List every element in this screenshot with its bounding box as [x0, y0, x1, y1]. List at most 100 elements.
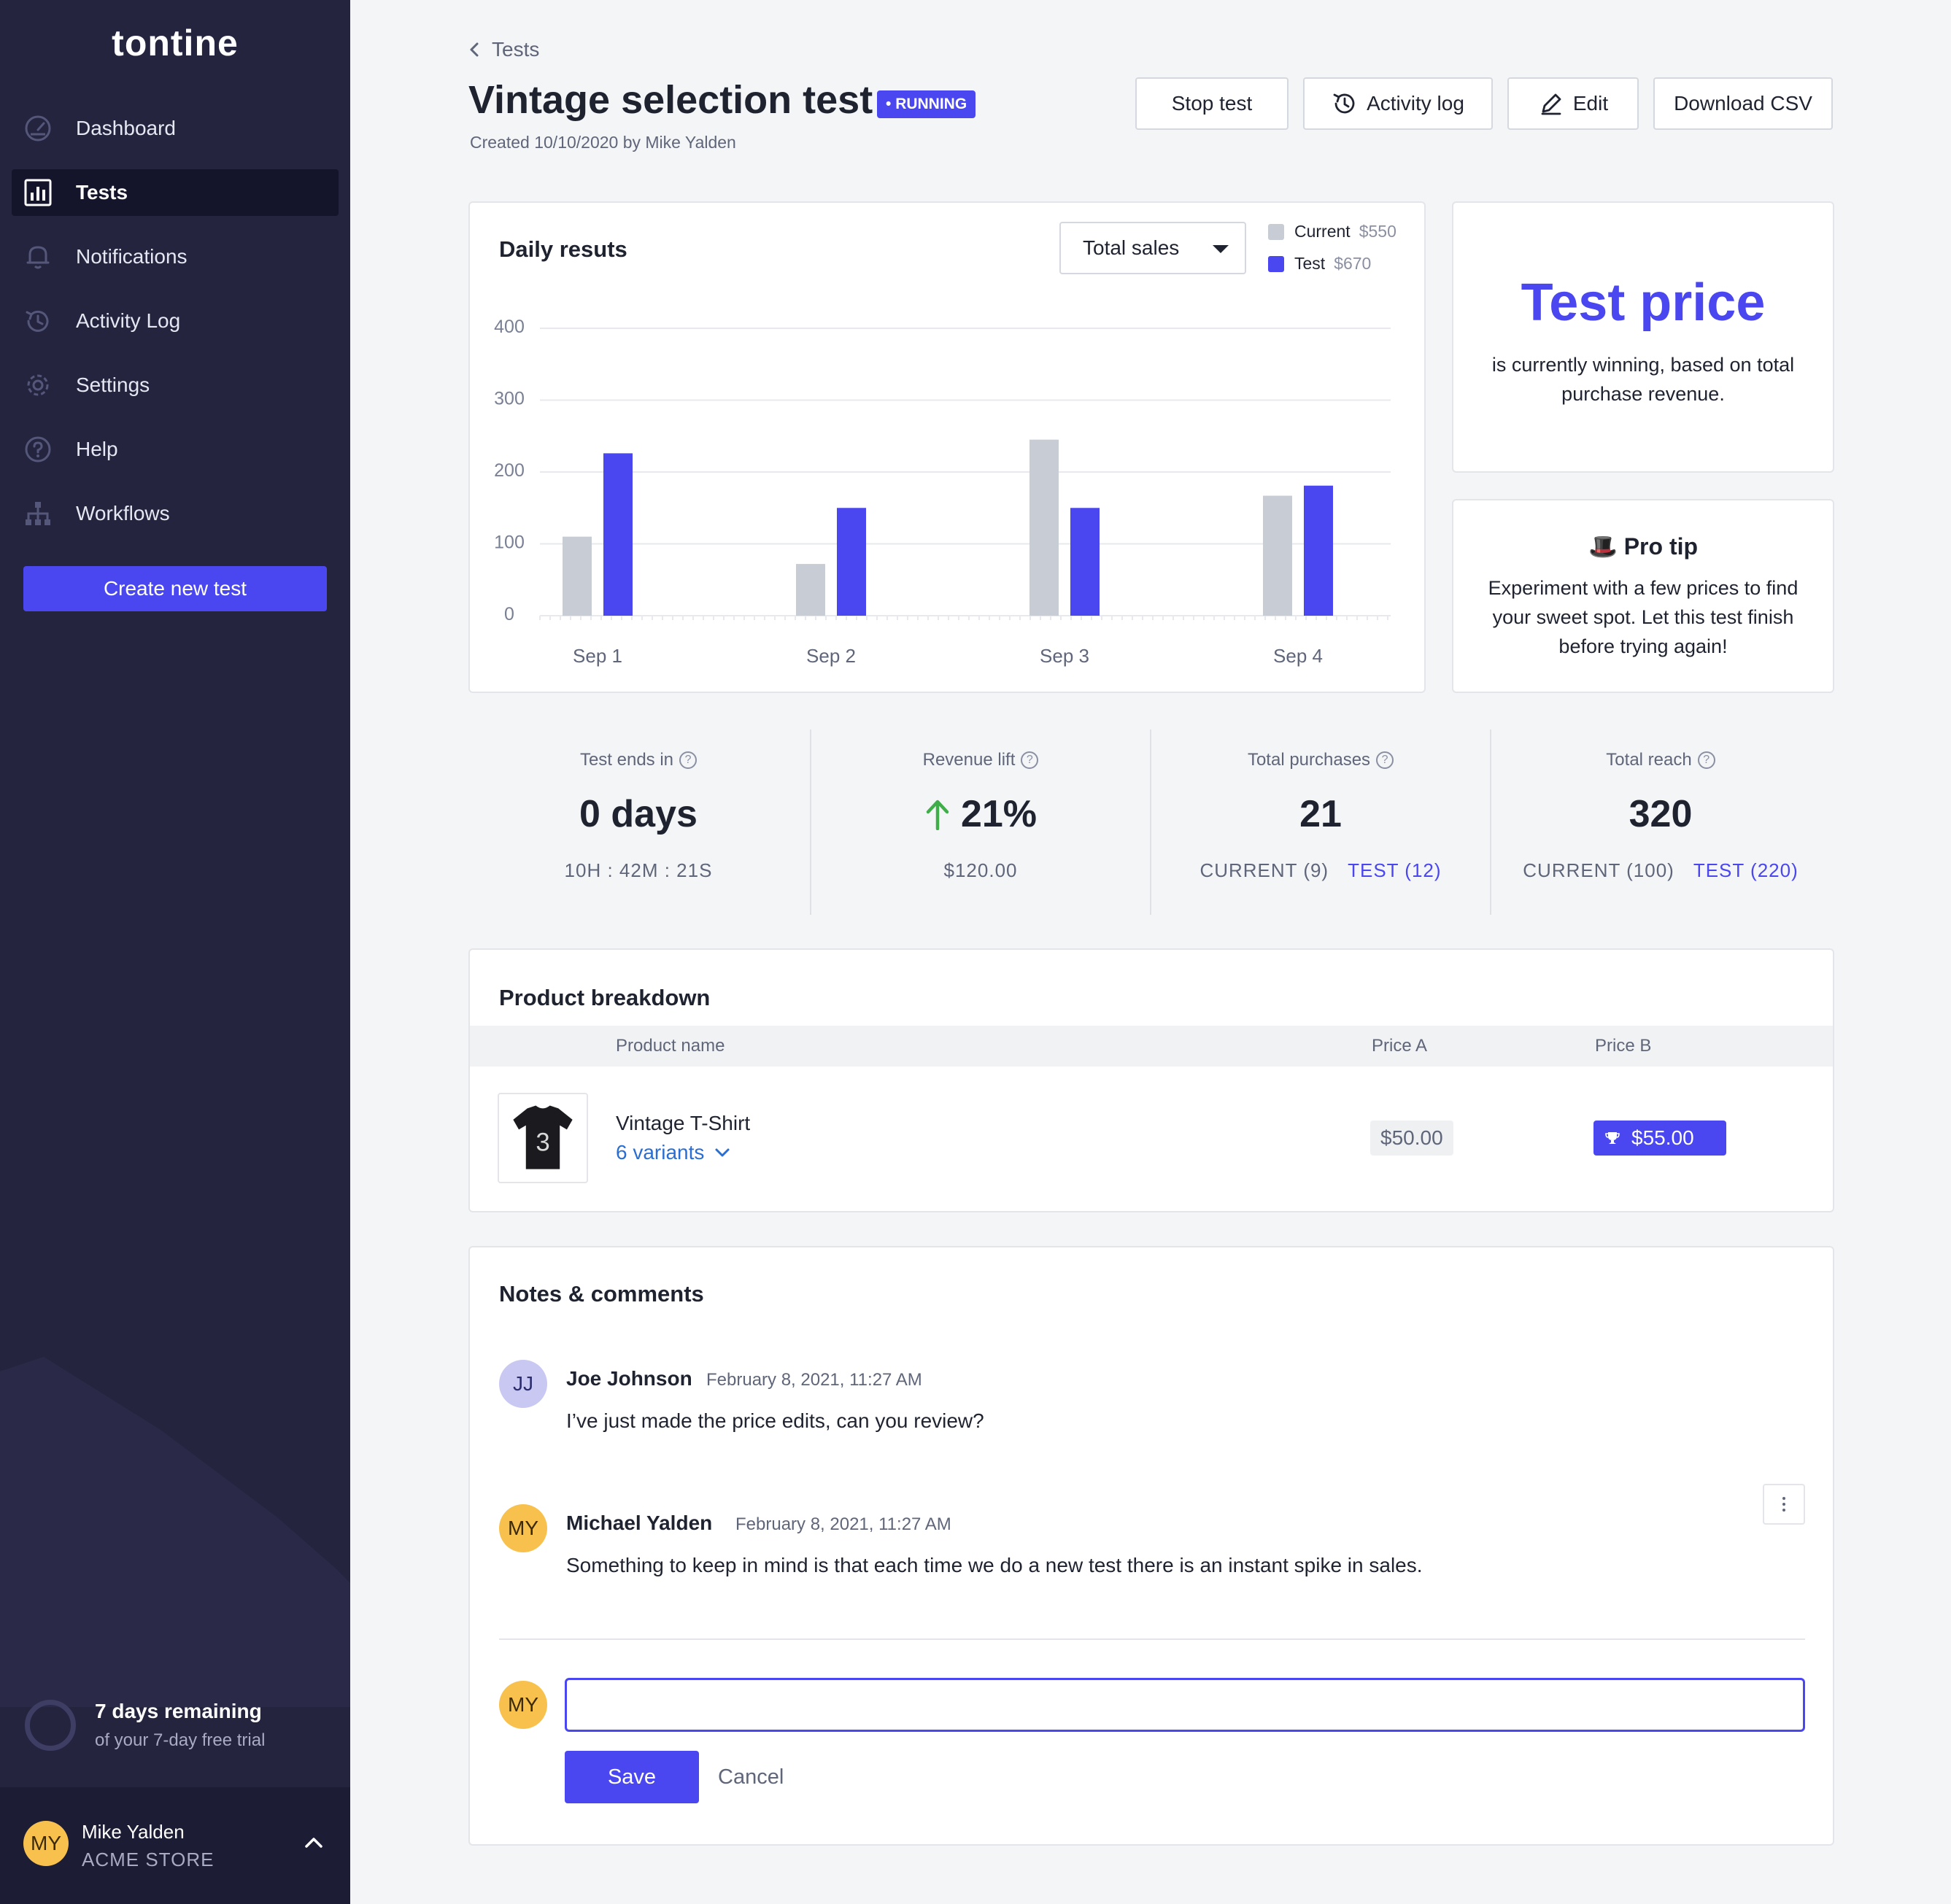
x-tick-label: Sep 2	[806, 645, 856, 667]
stat-label-text: Total purchases	[1247, 750, 1371, 770]
stat-total-reach: Total reach? 320 CURRENT (100) TEST (220)	[1490, 730, 1830, 915]
svg-text:3: 3	[536, 1128, 549, 1156]
breadcrumb-back-link[interactable]: Tests	[467, 38, 539, 61]
winner-text: is currently winning, based on total pur…	[1491, 354, 1795, 405]
winner-card: Test price is currently winning, based o…	[1452, 201, 1834, 473]
bar-test	[1070, 508, 1100, 616]
bar-current	[796, 564, 825, 616]
product-breakdown-card: Product breakdown Product name Price A P…	[468, 948, 1834, 1212]
stat-label-text: Test ends in	[579, 750, 674, 770]
comment-input[interactable]	[565, 1678, 1805, 1732]
edit-label: Edit	[1572, 92, 1609, 115]
x-tick-label: Sep 3	[1040, 645, 1089, 667]
daily-results-card: Daily resuts Total sales Current $550 Te…	[468, 201, 1426, 693]
help-icon[interactable]: ?	[679, 751, 698, 769]
bar-current	[563, 536, 592, 616]
logo[interactable]: tontine	[0, 22, 350, 64]
sidebar-item-label: Help	[76, 438, 118, 460]
download-csv-button[interactable]: Download CSV	[1653, 77, 1833, 130]
sidebar-item-tests[interactable]: Tests	[12, 169, 339, 216]
cancel-button[interactable]: Cancel	[718, 1751, 784, 1803]
price-b-winner: $55.00	[1593, 1121, 1726, 1156]
trophy-icon	[1605, 1132, 1620, 1144]
sidebar-item-label: Notifications	[76, 245, 188, 268]
y-tick-label: 400	[494, 317, 525, 337]
trial-subtitle: of your 7-day free trial	[95, 1730, 266, 1750]
pencil-icon	[1541, 93, 1561, 115]
variants-label: 6 variants	[616, 1141, 705, 1164]
column-header: Price B	[1595, 1036, 1652, 1056]
price-b-value: $55.00	[1631, 1126, 1694, 1149]
sidebar-item-workflows[interactable]: Workflows	[12, 490, 339, 537]
variants-toggle[interactable]: 6 variants	[616, 1141, 730, 1164]
stat-test-ends: Test ends in? 0 days 10H : 42M : 21S	[468, 730, 808, 915]
save-button[interactable]: Save	[565, 1751, 699, 1803]
column-header: Product name	[616, 1036, 725, 1056]
chevron-up-icon[interactable]	[301, 1830, 327, 1856]
stat-sub: $120.00	[943, 859, 1018, 881]
bar-test	[837, 508, 866, 616]
bar-chart: 400 300 200 100 0 Sep 1 Sep 2 Sep 3 Sep 4	[494, 317, 1391, 667]
comment-author: Joe Johnson	[566, 1367, 692, 1390]
product-name: Vintage T-Shirt	[616, 1112, 751, 1134]
help-icon[interactable]: ?	[1697, 751, 1715, 769]
stat-total-purchases: Total purchases? 21 CURRENT (9) TEST (12)	[1150, 730, 1490, 915]
avatar: JJ	[499, 1360, 547, 1408]
hierarchy-icon	[22, 498, 54, 530]
sidebar-item-activity-log[interactable]: Activity Log	[12, 298, 339, 344]
sidebar-item-settings[interactable]: Settings	[12, 362, 339, 409]
stat-label-text: Total reach	[1606, 750, 1692, 770]
stat-test: TEST (12)	[1348, 859, 1442, 881]
sidebar-item-notifications[interactable]: Notifications	[12, 233, 339, 280]
comment-text: Something to keep in mind is that each t…	[566, 1554, 1423, 1576]
help-circle-icon	[22, 433, 54, 465]
price-a: $50.00	[1370, 1121, 1453, 1156]
avatar: MY	[23, 1821, 69, 1866]
sidebar-item-label: Dashboard	[76, 117, 176, 139]
background-mountain	[0, 1357, 350, 1707]
stat-revenue-lift: Revenue lift? 21% $120.00	[810, 730, 1150, 915]
column-header: Price A	[1372, 1036, 1428, 1056]
y-tick-label: 200	[494, 460, 525, 481]
bar-current	[1029, 439, 1059, 616]
bar-chart-icon	[22, 177, 54, 209]
stat-label: Total purchases?	[1151, 750, 1490, 770]
help-icon[interactable]: ?	[1021, 751, 1039, 769]
notes-card: Notes & comments JJ Joe Johnson February…	[468, 1246, 1834, 1846]
created-info: Created 10/10/2020 by Mike Yalden	[470, 133, 736, 152]
sidebar-item-help[interactable]: Help	[12, 426, 339, 473]
stat-value: 0 days	[579, 793, 698, 835]
trial-title: 7 days remaining	[95, 1700, 262, 1722]
sidebar-item-label: Tests	[76, 181, 128, 204]
winner-title: Test price	[1521, 274, 1766, 332]
status-badge-label: RUNNING	[895, 96, 967, 112]
history-icon	[1333, 93, 1355, 114]
comment-author: Michael Yalden	[566, 1512, 713, 1534]
sidebar: tontine Dashboard Tests Notifications Ac…	[0, 0, 350, 1904]
x-tick-label: Sep 4	[1273, 645, 1323, 667]
stop-test-button[interactable]: Stop test	[1135, 77, 1289, 130]
sidebar-item-label: Workflows	[76, 502, 170, 525]
stat-label-text: Revenue lift	[922, 750, 1016, 770]
stat-value: 21%	[811, 792, 1150, 836]
y-tick-label: 100	[494, 533, 525, 553]
stat-split: CURRENT (9) TEST (12)	[1151, 859, 1490, 882]
y-tick-label: 300	[494, 389, 525, 409]
chevron-left-icon	[470, 42, 479, 57]
help-icon[interactable]: ?	[1376, 751, 1394, 769]
stat-label: Test ends in?	[468, 750, 808, 770]
sidebar-item-dashboard[interactable]: Dashboard	[12, 105, 339, 152]
pro-tip-heading: Pro tip	[1623, 533, 1699, 560]
top-hat-icon: 🎩	[1588, 533, 1618, 560]
edit-button[interactable]: Edit	[1507, 77, 1639, 130]
activity-log-button[interactable]: Activity log	[1303, 77, 1493, 130]
comment-more-button[interactable]	[1763, 1484, 1805, 1525]
stat-countdown: 10H : 42M : 21S	[564, 859, 713, 881]
product-thumbnail: 3	[498, 1093, 588, 1183]
user-menu[interactable]: MY Mike Yalden ACME STORE	[0, 1787, 350, 1904]
create-new-test-button[interactable]: Create new test	[23, 566, 327, 611]
table-header: Product name Price A Price B	[470, 1026, 1833, 1067]
stat-current: CURRENT (9)	[1199, 859, 1329, 881]
status-badge: • RUNNING	[877, 90, 976, 118]
stop-test-label: Stop test	[1171, 92, 1253, 115]
